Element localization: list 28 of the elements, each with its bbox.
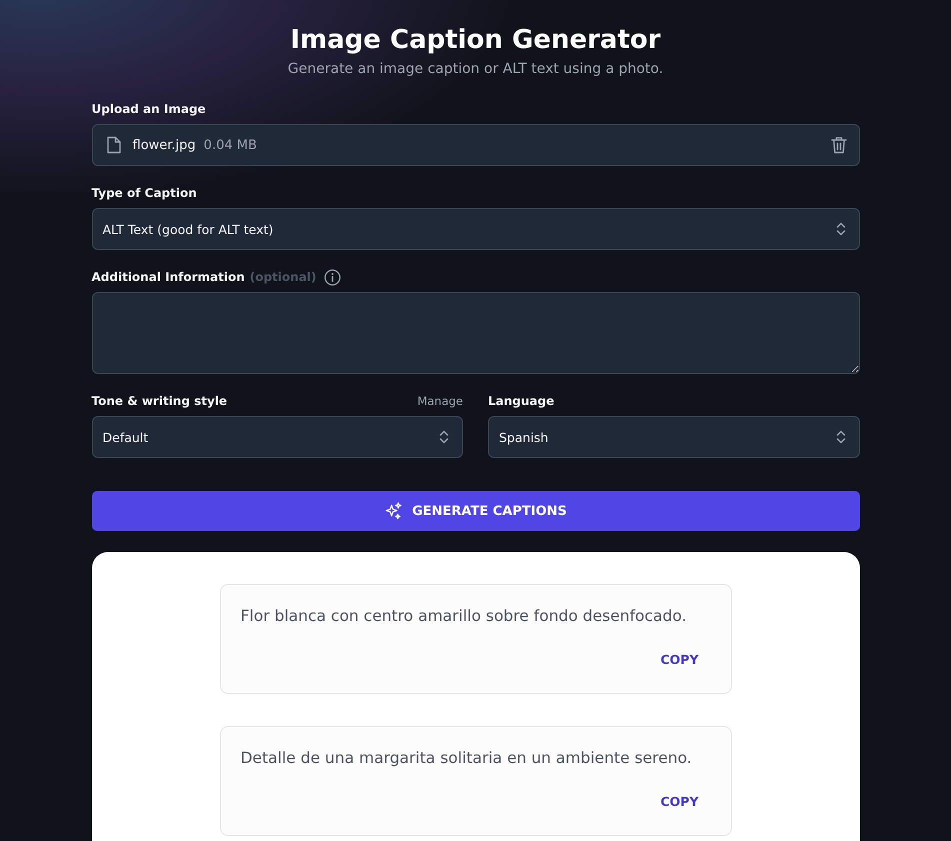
field-label: Language <box>488 393 554 410</box>
copy-button[interactable]: COPY <box>660 652 698 667</box>
page-title: Image Caption Generator <box>290 24 661 57</box>
file-size: 0.04 MB <box>204 138 257 152</box>
caption-text: Detalle de una margarita solitaria en un ambiente sereno. <box>240 748 693 769</box>
chevron-up-down-icon <box>836 222 846 236</box>
page-subtitle: Generate an image caption or ALT text using a photo. <box>288 60 664 78</box>
chevron-up-down-icon <box>439 430 449 444</box>
trash-icon <box>830 136 846 154</box>
caption-text: Flor blanca con centro amarillo sobre fondo desenfocado. <box>240 606 688 627</box>
field-label: Type of Caption <box>92 185 197 202</box>
optional-note: (optional) <box>250 269 316 286</box>
file-icon <box>106 136 120 154</box>
generate-captions-button[interactable]: GENERATE CAPTIONS <box>92 491 860 531</box>
caption-type-select[interactable]: ALT Text (good for ALT text) <box>92 208 860 250</box>
manage-link[interactable]: Manage <box>417 392 463 410</box>
field-label: Upload an Image <box>92 101 206 118</box>
field-label: Tone & writing style <box>92 393 228 410</box>
sparkles-icon <box>384 502 404 520</box>
chevron-up-down-icon <box>836 430 846 444</box>
info-icon[interactable] <box>324 268 342 286</box>
file-name: flower.jpg <box>132 138 196 152</box>
file-upload-field[interactable]: flower.jpg 0.04 MB <box>92 124 860 166</box>
field-label: Additional Information <box>92 269 245 286</box>
language-select[interactable]: Spanish <box>488 416 860 458</box>
delete-button[interactable] <box>830 136 846 154</box>
copy-button[interactable]: COPY <box>660 794 698 809</box>
tone-select[interactable]: Default <box>92 416 463 458</box>
